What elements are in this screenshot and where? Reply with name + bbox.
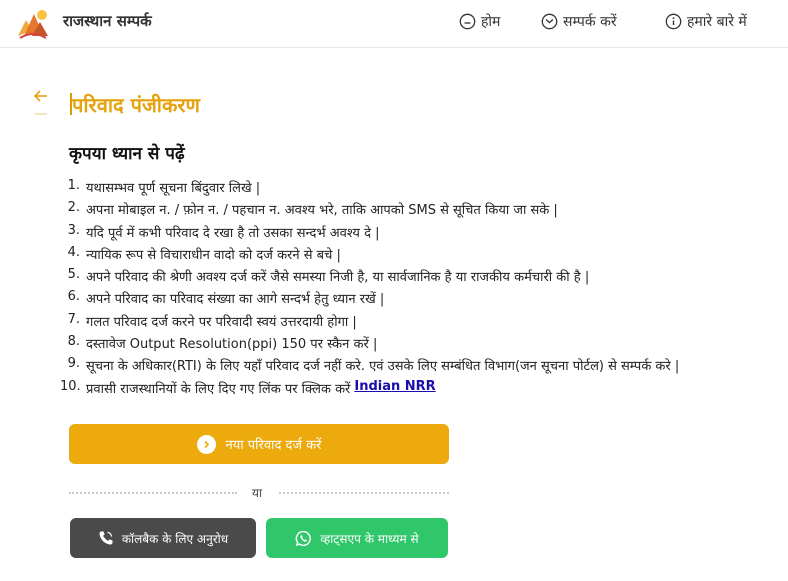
list-item: 6. अपने परिवाद का परिवाद संख्या का आगे सन…	[60, 289, 780, 311]
list-item-text: न्यायिक रूप से विचाराधीन वादो को दर्ज कर…	[86, 247, 341, 263]
list-item-number: 2.	[67, 200, 80, 216]
list-item: 7. गलत परिवाद दर्ज करने पर परिवादी स्वयं …	[60, 312, 780, 334]
divider-line	[279, 492, 449, 494]
list-item-number: 3.	[67, 222, 80, 238]
list-item: 5. अपने परिवाद की श्रेणी अवश्य दर्ज करें …	[60, 267, 780, 289]
list-item-number: 5.	[67, 267, 80, 283]
list-item-text: अपना मोबाइल न. / फ़ोन न. / पहचान न. अवश्…	[86, 203, 558, 219]
nav-about-label: हमारे बारे में	[687, 14, 747, 30]
nav-contact[interactable]: सम्पर्क करें	[541, 12, 617, 31]
list-item-text: अपने परिवाद का परिवाद संख्या का आगे सन्द…	[86, 292, 385, 308]
back-arrow-icon[interactable]	[33, 88, 49, 104]
list-item-text: दस्तावेज Output Resolution(ppi) 150 पर स…	[86, 337, 378, 353]
back-indicator	[35, 113, 47, 115]
top-header: राजस्थान सम्पर्क होम सम्पर्क करें हमारे …	[0, 0, 788, 48]
list-item-text: यथासम्भव पूर्ण सूचना बिंदुवार लिखे |	[86, 181, 261, 196]
indian-nrr-link[interactable]: Indian NRR	[354, 379, 435, 401]
whatsapp-icon	[295, 530, 312, 546]
list-item: 2. अपना मोबाइल न. / फ़ोन न. / पहचान न. अव…	[60, 200, 780, 222]
list-item-number: 7.	[67, 311, 80, 327]
list-item: 8. दस्तावेज Output Resolution(ppi) 150 पर…	[60, 334, 780, 356]
home-icon	[459, 13, 476, 30]
mail-icon	[541, 13, 558, 30]
list-item: 1. यथासम्भव पूर्ण सूचना बिंदुवार लिखे |	[60, 178, 780, 200]
list-item-number: 6.	[67, 289, 80, 305]
list-item-number: 10.	[60, 378, 81, 394]
info-icon	[665, 13, 682, 30]
whatsapp-label: व्हाट्सएप के माध्यम से	[320, 531, 419, 546]
chevron-right-icon	[196, 434, 216, 454]
callback-request-button[interactable]: कॉलबैक के लिए अनुरोध	[70, 518, 256, 558]
list-item-text: प्रवासी राजस्थानियों के लिए दिए गए लिंक …	[86, 381, 351, 397]
list-item-text: अपने परिवाद की श्रेणी अवश्य दर्ज करें जै…	[86, 270, 590, 286]
rajasthan-sampark-logo[interactable]	[14, 6, 52, 42]
instructions-heading: कृपया ध्यान से पढ़ें	[69, 144, 185, 164]
list-item-number: 9.	[67, 356, 80, 372]
nav-home[interactable]: होम	[459, 12, 500, 31]
nav-contact-label: सम्पर्क करें	[563, 14, 617, 30]
page-title: परिवाद पंजीकरण	[72, 93, 200, 117]
list-item-text: सूचना के अधिकार(RTI) के लिए यहाँ परिवाद …	[86, 359, 680, 375]
list-item: 3. यदि पूर्व में कभी परिवाद दे रखा है तो …	[60, 223, 780, 245]
divider-line	[69, 492, 237, 494]
list-item: 9. सूचना के अधिकार(RTI) के लिए यहाँ परिवा…	[60, 356, 780, 378]
list-item-number: 1.	[67, 178, 80, 193]
nav-about[interactable]: हमारे बारे में	[665, 12, 747, 31]
or-text: या	[252, 486, 263, 500]
list-item: 10. प्रवासी राजस्थानियों के लिए दिए गए लि…	[60, 379, 780, 401]
nav-home-label: होम	[481, 14, 501, 30]
list-item-text: यदि पूर्व में कभी परिवाद दे रखा है तो उस…	[86, 225, 380, 241]
list-item-number: 4.	[67, 244, 80, 260]
list-item-number: 8.	[67, 334, 80, 350]
new-complaint-label: नया परिवाद दर्ज करें	[225, 438, 322, 453]
phone-icon	[99, 531, 113, 545]
instructions-list: 1. यथासम्भव पूर्ण सूचना बिंदुवार लिखे | 2…	[60, 178, 780, 401]
callback-label: कॉलबैक के लिए अनुरोध	[121, 531, 229, 546]
whatsapp-button[interactable]: व्हाट्सएप के माध्यम से	[266, 518, 448, 558]
list-item-text: गलत परिवाद दर्ज करने पर परिवादी स्वयं उत…	[86, 314, 357, 330]
new-complaint-button[interactable]: नया परिवाद दर्ज करें	[69, 424, 449, 464]
list-item: 4. न्यायिक रूप से विचाराधीन वादो को दर्ज …	[60, 245, 780, 267]
brand-name[interactable]: राजस्थान सम्पर्क	[63, 11, 152, 31]
or-divider: या	[69, 484, 449, 500]
